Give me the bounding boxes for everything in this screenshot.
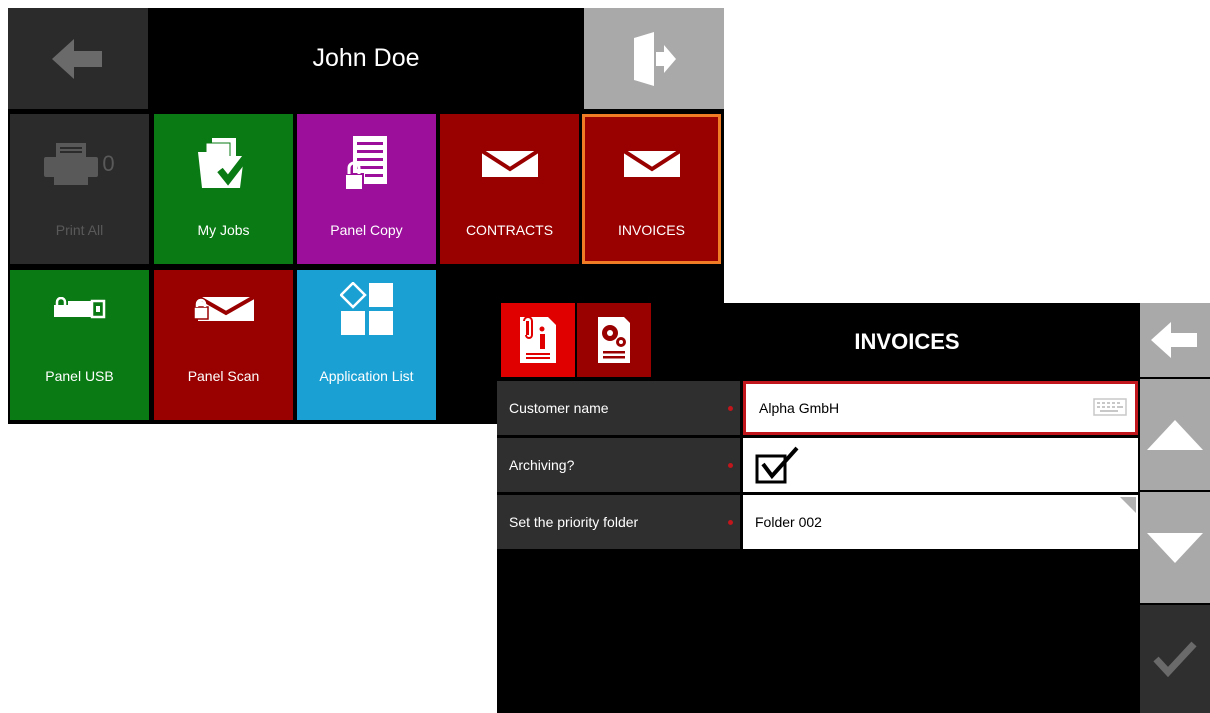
document-settings-icon: [598, 317, 630, 363]
tab-document-settings[interactable]: [577, 303, 651, 377]
tile-print-all[interactable]: 0 Print All: [10, 114, 149, 264]
logout-button[interactable]: [584, 8, 724, 109]
tile-application-list[interactable]: Application List: [297, 270, 436, 420]
tile-label: Print All: [55, 222, 104, 238]
print-count: 0: [102, 151, 115, 176]
field-label-priority-folder: Set the priority folder: [497, 495, 740, 549]
confirm-button[interactable]: [1140, 605, 1210, 713]
printer-icon: [44, 143, 99, 185]
confirm-check-icon: [1153, 641, 1197, 677]
document-info-icon: [520, 316, 556, 363]
invoices-form-screen: INVOICES Customer name Alpha GmbH Archiv…: [497, 303, 1210, 713]
tab-document-info[interactable]: [501, 303, 575, 377]
envelope-icon: [481, 151, 538, 177]
required-indicator: [728, 463, 733, 468]
scroll-up-button[interactable]: [1140, 379, 1210, 490]
tile-label: CONTRACTS: [465, 222, 554, 238]
priority-folder-value: Folder 002: [755, 514, 822, 530]
priority-folder-select[interactable]: Folder 002: [743, 495, 1138, 549]
tile-panel-scan[interactable]: Panel Scan: [154, 270, 293, 420]
form-back-button[interactable]: [1140, 303, 1210, 377]
tile-label: Application List: [319, 368, 414, 384]
folder-check-icon: [197, 138, 250, 188]
scroll-up-icon: [1147, 419, 1203, 450]
tile-invoices[interactable]: INVOICES: [582, 114, 721, 264]
required-indicator: [728, 520, 733, 525]
logout-door-icon: [634, 31, 676, 86]
back-arrow-icon: [52, 38, 102, 79]
tile-contracts[interactable]: CONTRACTS: [440, 114, 579, 264]
tile-label: Panel Copy: [330, 222, 403, 238]
field-label-customer-name: Customer name: [497, 381, 740, 435]
tile-label: My Jobs: [197, 222, 250, 238]
envelope-icon: [623, 151, 680, 177]
locked-document-icon: [344, 136, 387, 191]
field-label-archiving: Archiving?: [497, 438, 740, 492]
dropdown-corner-icon: [1120, 497, 1136, 513]
envelope-lock-icon: [193, 295, 254, 321]
tile-label: Panel Scan: [187, 368, 260, 384]
back-arrow-icon: [1151, 322, 1197, 358]
form-title: INVOICES: [854, 329, 960, 354]
archiving-checkbox-field: [743, 438, 1138, 492]
keyboard-icon[interactable]: [1093, 398, 1127, 416]
tile-panel-copy[interactable]: Panel Copy: [297, 114, 436, 264]
user-name: John Doe: [312, 44, 420, 72]
tile-panel-usb[interactable]: Panel USB: [10, 270, 149, 420]
scroll-down-icon: [1147, 532, 1203, 563]
back-button[interactable]: [8, 8, 148, 109]
scroll-down-button[interactable]: [1140, 492, 1210, 603]
customer-name-input[interactable]: Alpha GmbH: [743, 381, 1138, 435]
customer-name-value: Alpha GmbH: [759, 400, 840, 416]
usb-lock-icon: [53, 297, 105, 319]
tile-label: INVOICES: [618, 222, 685, 238]
tile-label: Panel USB: [45, 368, 114, 384]
checkbox-checked-icon[interactable]: [755, 446, 801, 484]
tile-my-jobs[interactable]: My Jobs: [154, 114, 293, 264]
required-indicator: [728, 406, 733, 411]
app-grid-icon: [339, 282, 393, 335]
